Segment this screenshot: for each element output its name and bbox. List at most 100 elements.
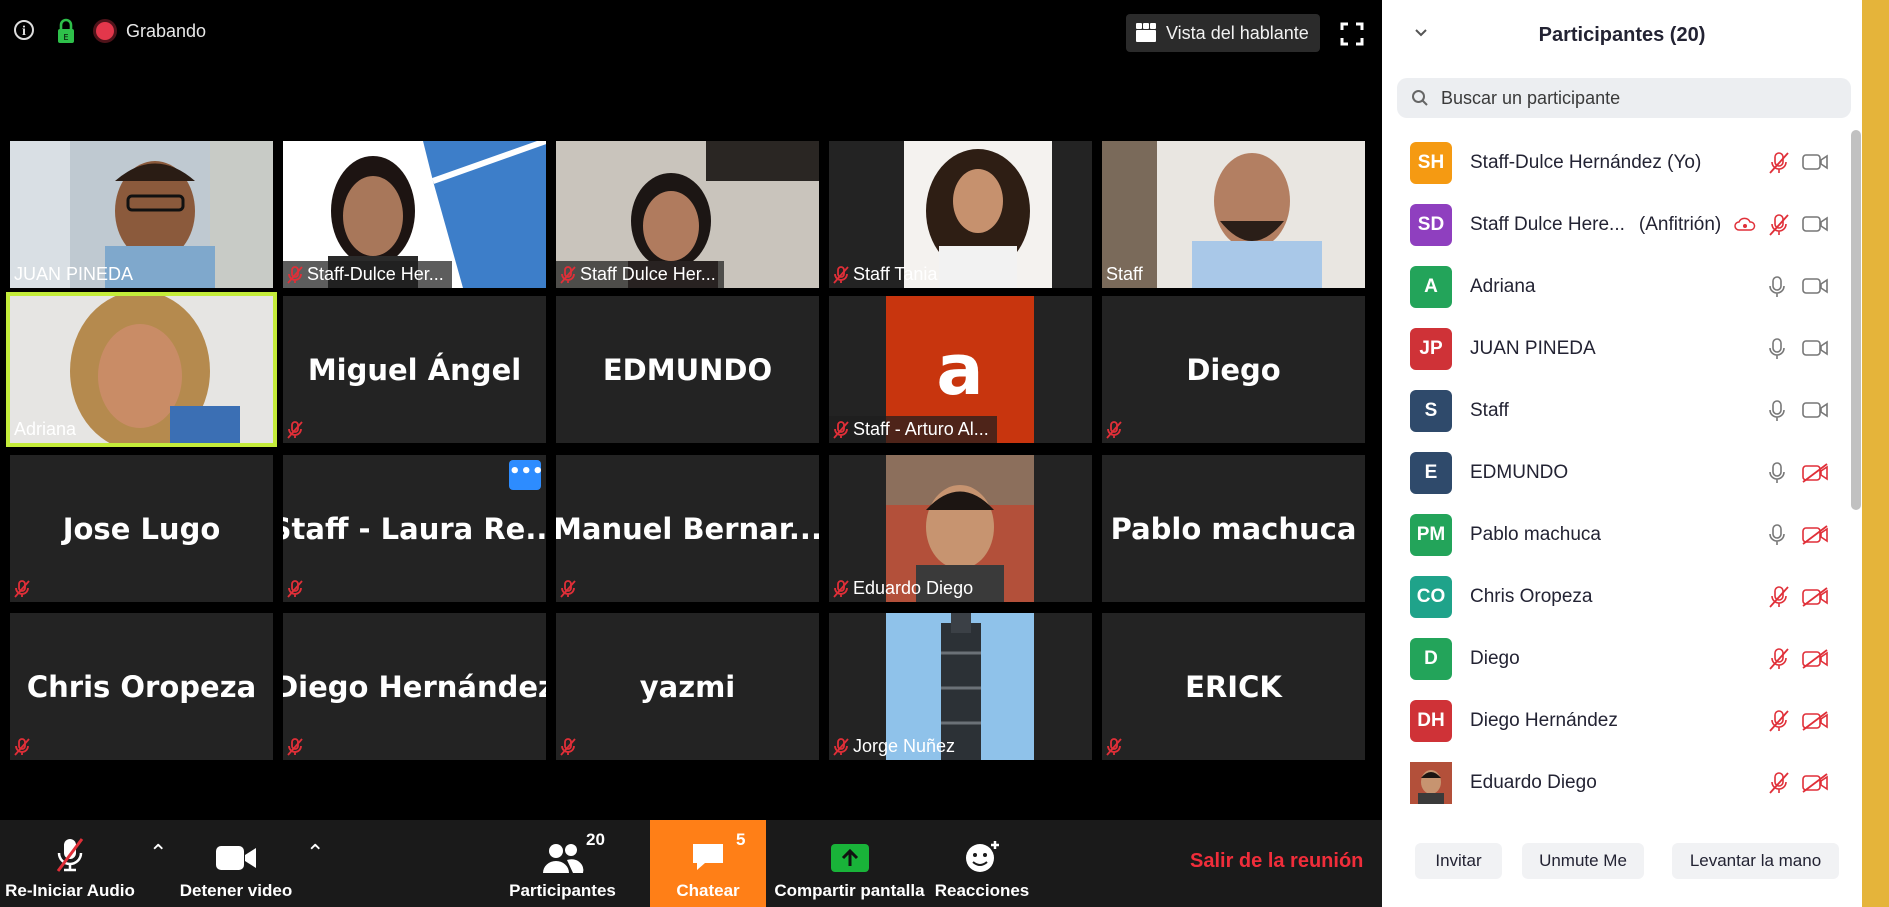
participant-list-scrollbar[interactable]	[1851, 130, 1861, 510]
participant-row[interactable]: SD Staff Dulce Here... (Anfitrión)	[1382, 195, 1842, 257]
video-tile[interactable]: EDMUNDO	[556, 296, 819, 443]
mic-muted-icon[interactable]	[1768, 214, 1790, 241]
video-options-chevron-icon[interactable]: ⌃	[306, 840, 324, 866]
audio-button-label: Re-Iniciar Audio	[5, 881, 135, 900]
tile-name-display: Diego Hernández	[283, 669, 546, 704]
mic-muted-icon	[14, 579, 30, 598]
tile-mic-status	[10, 733, 38, 760]
more-options-button[interactable]: •••	[509, 460, 544, 490]
reactions-button[interactable]: Reacciones	[932, 820, 1032, 907]
video-tile[interactable]: Jorge Nuñez	[829, 613, 1092, 760]
video-tile[interactable]: Eduardo Diego	[829, 455, 1092, 602]
mic-muted-icon	[1106, 737, 1122, 756]
participant-row[interactable]: Eduardo Diego	[1382, 753, 1842, 815]
chat-button[interactable]: Chatear	[650, 820, 766, 907]
participant-row[interactable]: A Adriana	[1382, 257, 1842, 319]
unmute-me-button[interactable]: Unmute Me	[1522, 843, 1644, 879]
audio-options-chevron-icon[interactable]: ⌃	[149, 840, 167, 866]
video-tile[interactable]: Staff-Dulce Her...	[283, 141, 546, 288]
mic-muted-icon[interactable]	[1768, 648, 1790, 675]
mic-muted-icon[interactable]	[1768, 152, 1790, 179]
camera-off-icon[interactable]	[1802, 587, 1828, 612]
video-button-label: Detener video	[179, 881, 293, 900]
leave-meeting-button[interactable]: Salir de la reunión	[1190, 850, 1363, 873]
participant-role: (Anfitrión)	[1638, 214, 1722, 235]
mic-muted-icon	[833, 420, 849, 439]
lock-icon[interactable]: E	[56, 18, 76, 44]
camera-off-icon[interactable]	[1802, 649, 1828, 674]
video-tile-active-speaker[interactable]: Adriana	[6, 292, 277, 447]
camera-off-icon[interactable]	[1802, 525, 1828, 550]
video-tile[interactable]: yazmi	[556, 613, 819, 760]
tile-name-display: Manuel Bernar...	[556, 511, 819, 546]
chat-unread-count: 5	[736, 830, 746, 849]
video-camera-icon	[216, 846, 256, 870]
video-tile[interactable]: ERICK	[1102, 613, 1365, 760]
recording-icon[interactable]	[96, 22, 114, 40]
camera-icon[interactable]	[1802, 277, 1828, 300]
mic-icon[interactable]	[1768, 276, 1786, 303]
video-tile[interactable]: Manuel Bernar...	[556, 455, 819, 602]
participant-row[interactable]: JP JUAN PINEDA	[1382, 319, 1842, 381]
mic-muted-icon[interactable]	[1768, 772, 1790, 799]
mic-muted-icon[interactable]	[1768, 586, 1790, 613]
participant-name: EDMUNDO	[1470, 462, 1568, 484]
video-tile[interactable]: Diego	[1102, 296, 1365, 443]
recording-label: Grabando	[126, 21, 207, 41]
mic-muted-icon	[560, 579, 576, 598]
participant-name: Eduardo Diego	[1470, 772, 1597, 794]
video-tile[interactable]: Miguel Ángel	[283, 296, 546, 443]
video-tile[interactable]: Diego Hernández	[283, 613, 546, 760]
emoji-reaction-icon	[966, 841, 999, 872]
fullscreen-icon[interactable]	[1340, 22, 1364, 46]
mic-icon[interactable]	[1768, 462, 1786, 489]
info-icon[interactable]: i	[14, 20, 34, 40]
video-button[interactable]: Detener video	[176, 820, 296, 907]
video-tile[interactable]: Staff Dulce Her...	[556, 141, 819, 288]
meeting-view: i E Grabando Vista del hablante JUAN PIN…	[0, 0, 1382, 907]
participant-row[interactable]: SH Staff-Dulce Hernández (Yo)	[1382, 133, 1842, 195]
tile-name-display: EDMUNDO	[602, 352, 773, 387]
chat-button-label: Chatear	[676, 881, 740, 900]
participant-row[interactable]: PM Pablo machuca	[1382, 505, 1842, 567]
camera-off-icon[interactable]	[1802, 773, 1828, 798]
camera-icon[interactable]	[1802, 401, 1828, 424]
participant-avatar: PM	[1410, 514, 1452, 556]
audio-button[interactable]: Re-Iniciar Audio	[0, 820, 140, 907]
video-tile[interactable]: Pablo machuca	[1102, 455, 1365, 602]
participants-button[interactable]: Participantes	[500, 820, 625, 907]
participant-row[interactable]: DH Diego Hernández	[1382, 691, 1842, 753]
participant-name-text: EDMUNDO	[1470, 462, 1569, 483]
participant-avatar: JP	[1410, 328, 1452, 370]
camera-off-icon[interactable]	[1802, 711, 1828, 736]
share-screen-button[interactable]: Compartir pantalla	[772, 820, 927, 907]
participant-name: Pablo machuca	[1470, 524, 1601, 546]
speaker-view-button[interactable]: Vista del hablante	[1126, 14, 1320, 52]
video-tile[interactable]: Chris Oropeza	[10, 613, 273, 760]
camera-icon[interactable]	[1802, 153, 1828, 176]
participant-name-text: Eduardo Diego	[1470, 772, 1597, 793]
video-tile[interactable]: Staff - Laura Re... •••	[283, 455, 546, 602]
zoom-window: i E Grabando Vista del hablante JUAN PIN…	[0, 0, 1889, 907]
participant-row[interactable]: D Diego	[1382, 629, 1842, 691]
mic-icon[interactable]	[1768, 338, 1786, 365]
participant-search[interactable]	[1397, 78, 1851, 118]
video-tile[interactable]: Staff	[1102, 141, 1365, 288]
video-tile[interactable]: Jose Lugo	[10, 455, 273, 602]
raise-hand-button[interactable]: Levantar la mano	[1672, 843, 1839, 879]
video-tile[interactable]: Staff Tania	[829, 141, 1092, 288]
mic-muted-icon[interactable]	[1768, 710, 1790, 737]
camera-icon[interactable]	[1802, 215, 1828, 238]
mic-icon[interactable]	[1768, 524, 1786, 551]
video-tile[interactable]: JUAN PINEDA	[10, 141, 273, 288]
camera-icon[interactable]	[1802, 339, 1828, 362]
video-tile[interactable]: a Staff - Arturo Al...	[829, 296, 1092, 443]
participant-row[interactable]: E EDMUNDO	[1382, 443, 1842, 505]
participant-row[interactable]: S Staff	[1382, 381, 1842, 443]
invite-button[interactable]: Invitar	[1415, 843, 1502, 879]
mic-icon[interactable]	[1768, 400, 1786, 427]
tile-mic-status	[1102, 416, 1130, 443]
camera-off-icon[interactable]	[1802, 463, 1828, 488]
search-input[interactable]	[1439, 86, 1823, 110]
participant-row[interactable]: CO Chris Oropeza	[1382, 567, 1842, 629]
